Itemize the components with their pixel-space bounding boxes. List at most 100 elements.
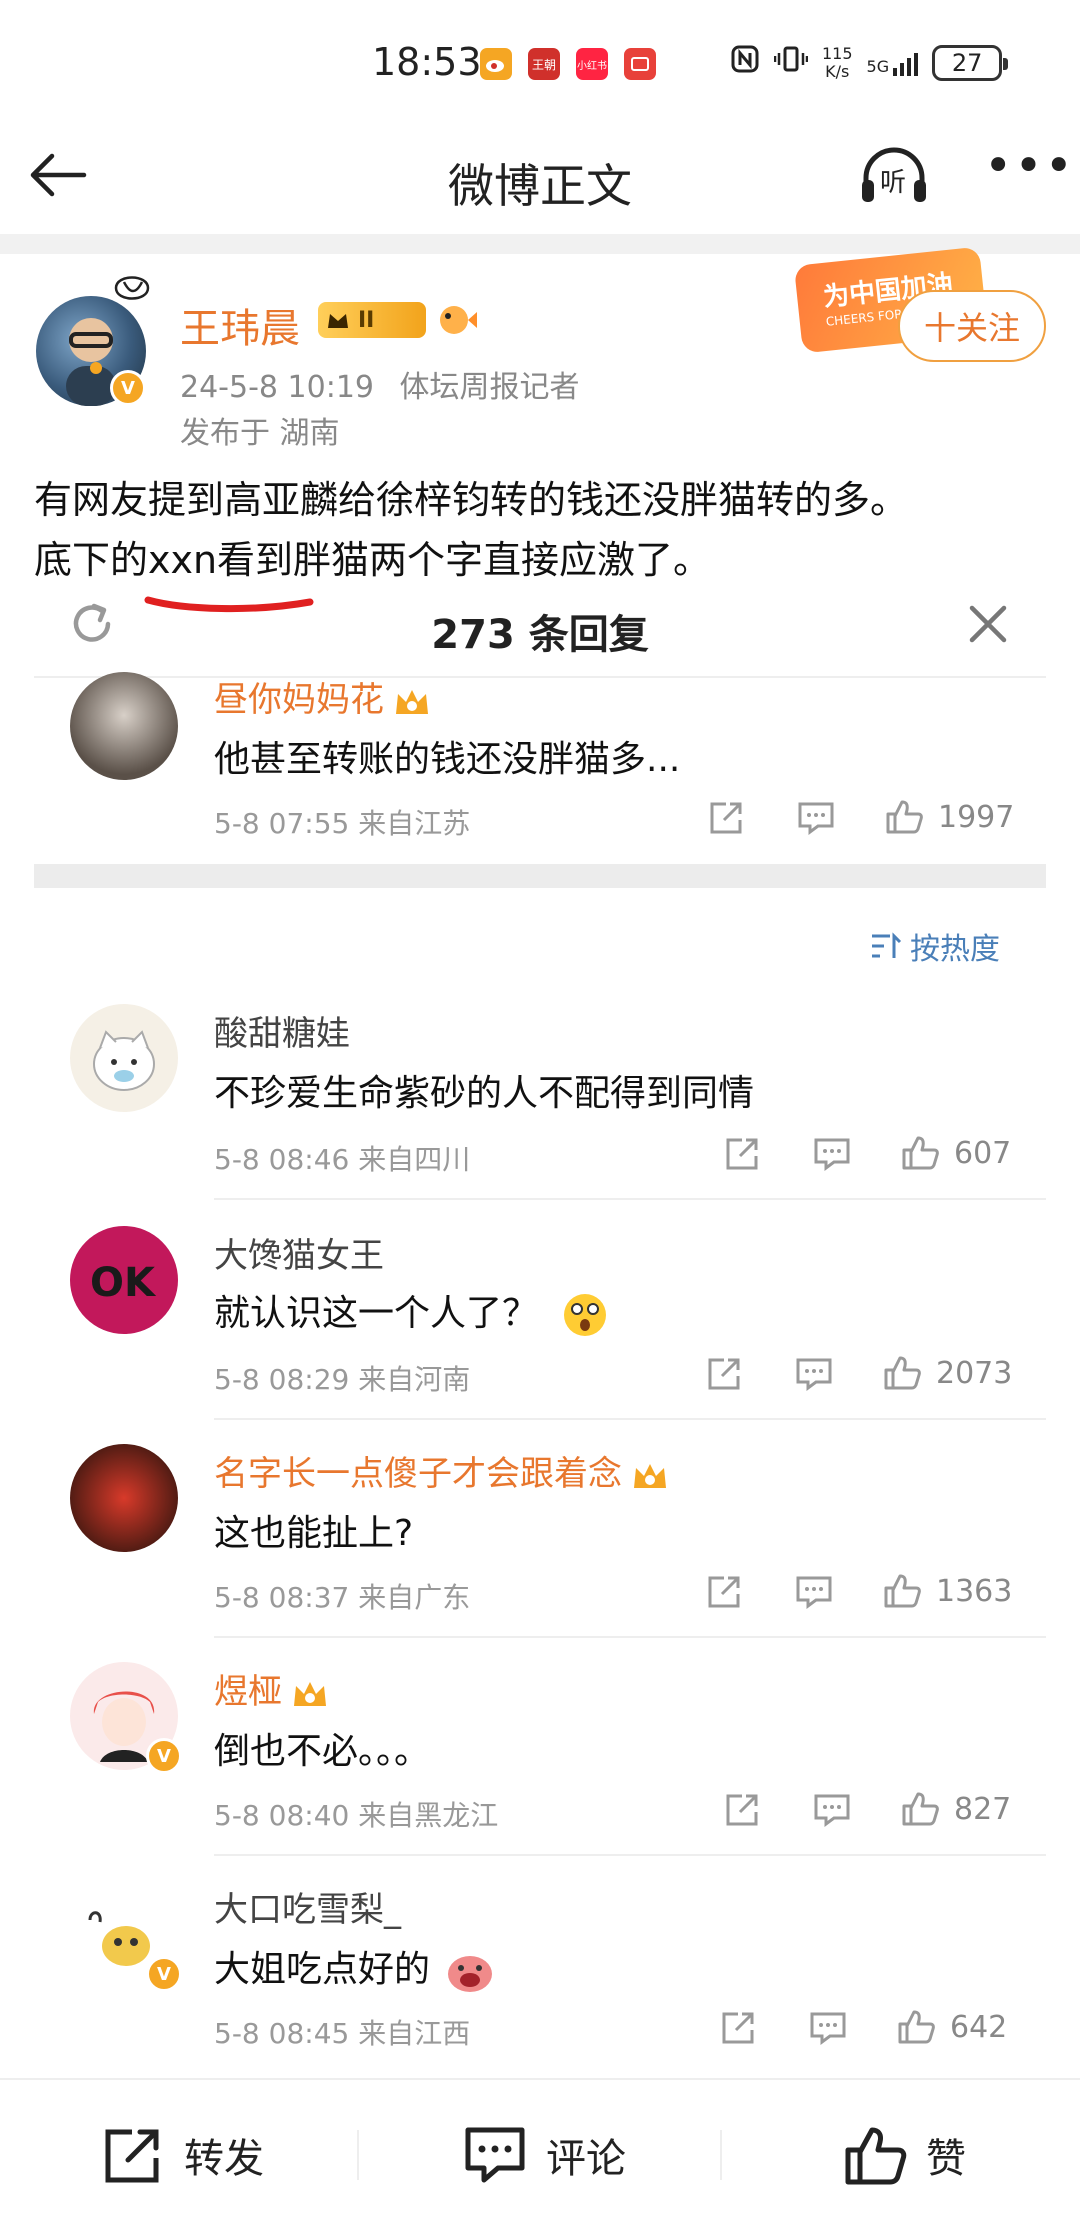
comment-author[interactable]: 名字长一点傻子才会跟着念	[214, 1446, 670, 1495]
comment-author[interactable]: 大口吃雪梨_	[214, 1882, 401, 1931]
xiaohongshu-app-icon: 小红书	[576, 48, 608, 80]
share-icon[interactable]	[704, 1356, 744, 1392]
status-app-icons: 王朝 小红书	[480, 48, 656, 80]
comment-icon	[465, 2127, 525, 2183]
listen-label: 听	[880, 168, 907, 198]
avatar[interactable]	[70, 1444, 178, 1552]
section-divider	[0, 234, 1080, 254]
top-nav-bar: 微博正文 听 •••	[0, 120, 1080, 234]
sort-icon	[872, 932, 902, 958]
reply-icon[interactable]	[794, 1574, 834, 1610]
like-count: 607	[954, 1136, 1012, 1171]
sort-by-hot-button[interactable]: 按热度	[870, 924, 1000, 968]
like-icon[interactable]	[900, 1134, 940, 1170]
like-icon[interactable]	[882, 1572, 922, 1608]
cell-signal: 5G	[867, 50, 919, 76]
share-icon[interactable]	[706, 800, 746, 836]
like-icon[interactable]	[882, 1354, 922, 1390]
listen-button[interactable]: 听	[858, 144, 930, 208]
back-arrow-icon[interactable]	[28, 150, 88, 200]
comment-text: 不珍爱生命紫砂的人不配得到同情	[214, 1073, 755, 1114]
comment-author[interactable]: 昼你妈妈花	[214, 672, 432, 721]
avatar[interactable]	[70, 1004, 178, 1112]
vip-crown-icon	[396, 689, 428, 714]
like-icon[interactable]	[900, 1790, 940, 1826]
repost-icon	[105, 2129, 159, 2183]
comment-meta: 5-8 08:46 来自四川	[214, 1143, 471, 1176]
wangchao-app-icon: 王朝	[528, 48, 560, 80]
comment-text: 他甚至转账的钱还没胖猫多...	[214, 739, 681, 780]
comment-author[interactable]: 大馋猫女王	[214, 1228, 384, 1277]
share-icon[interactable]	[718, 2010, 758, 2046]
status-time: 18:53	[372, 40, 482, 84]
member-level-badge: II	[318, 302, 426, 338]
vip-crown-icon	[634, 1463, 666, 1488]
share-icon[interactable]	[704, 1574, 744, 1610]
section-divider-band	[34, 864, 1046, 888]
crown-icon	[328, 314, 348, 328]
refresh-icon[interactable]	[68, 600, 116, 648]
avatar[interactable]	[70, 672, 178, 780]
comment-meta: 5-8 07:55 来自江苏	[214, 807, 471, 840]
like-count: 827	[954, 1792, 1012, 1827]
eating-emoji-icon	[448, 1956, 493, 1992]
follow-button[interactable]: 十关注	[898, 290, 1046, 362]
post-location: 发布于 湖南	[180, 416, 340, 451]
post-meta: 24-5-8 10:19 体坛周报记者	[180, 362, 580, 406]
row-divider	[214, 1854, 1046, 1856]
battery-indicator: 27	[932, 44, 1009, 81]
reply-icon[interactable]	[812, 1792, 852, 1828]
red-underline-annotation	[144, 596, 314, 613]
more-options-icon[interactable]: •••	[984, 142, 1073, 206]
bottom-action-bar: 转发 评论 赞	[0, 2078, 1080, 2227]
avatar-ok-text: OK	[90, 1260, 155, 1306]
author-name[interactable]: 王玮晨	[180, 296, 300, 354]
like-button[interactable]: 赞	[842, 2124, 966, 2186]
post-timestamp: 24-5-8 10:19	[180, 370, 374, 405]
status-bar: 18:53 王朝 小红书 115 K/s 5G 27	[0, 0, 1080, 120]
reply-icon[interactable]	[812, 1136, 852, 1172]
verified-badge-icon: V	[146, 1956, 182, 1992]
vibrate-icon	[773, 44, 809, 81]
verified-badge-icon: V	[146, 1738, 182, 1774]
red-app-icon	[624, 48, 656, 80]
avatar-pendant-icon	[114, 276, 150, 300]
like-count: 1997	[938, 800, 1015, 835]
thumbs-up-icon	[845, 2127, 907, 2185]
comment-author[interactable]: 酸甜糖娃	[214, 1006, 350, 1055]
reply-icon[interactable]	[796, 800, 836, 836]
network-speed: 115 K/s	[822, 43, 853, 81]
comment-meta: 5-8 08:29 来自河南	[214, 1363, 471, 1396]
comment-text: 大姐吃点好的	[214, 1940, 495, 1994]
status-system-icons: 115 K/s 5G 27	[730, 43, 1009, 81]
like-icon[interactable]	[896, 2008, 936, 2044]
reply-icon[interactable]	[808, 2010, 848, 2046]
comment-text: 这也能扯上?	[214, 1513, 414, 1554]
row-divider	[214, 1198, 1046, 1200]
share-icon[interactable]	[722, 1792, 762, 1828]
like-count: 1363	[936, 1574, 1013, 1609]
comment-button[interactable]: 评论	[462, 2124, 626, 2186]
toolbar-separator	[357, 2130, 359, 2180]
vip-crown-icon	[294, 1681, 326, 1706]
post-body: 有网友提到高亚麟给徐梓钧转的钱还没胖猫转的多。 底下的xxn看到胖猫两个字直接应…	[34, 470, 1054, 590]
signal-bars-icon	[893, 50, 919, 76]
row-divider	[214, 1636, 1046, 1638]
comment-meta: 5-8 08:37 来自广东	[214, 1581, 471, 1614]
avatar[interactable]: OK	[70, 1226, 178, 1334]
repost-button[interactable]: 转发	[100, 2124, 264, 2186]
comment-author[interactable]: 煜桠	[214, 1664, 330, 1713]
nfc-icon	[730, 44, 760, 81]
comment-text: 倒也不必。。。	[214, 1731, 431, 1772]
header-divider	[34, 676, 1046, 678]
share-icon[interactable]	[722, 1136, 762, 1172]
shocked-emoji-icon	[564, 1294, 607, 1336]
row-divider	[214, 1418, 1046, 1420]
like-count: 642	[950, 2010, 1008, 2045]
toolbar-separator	[720, 2130, 722, 2180]
verified-badge-icon: V	[110, 370, 146, 406]
reply-icon[interactable]	[794, 1356, 834, 1392]
post-source: 体坛周报记者	[399, 370, 580, 405]
close-icon[interactable]	[966, 602, 1010, 646]
like-icon[interactable]	[884, 798, 924, 834]
